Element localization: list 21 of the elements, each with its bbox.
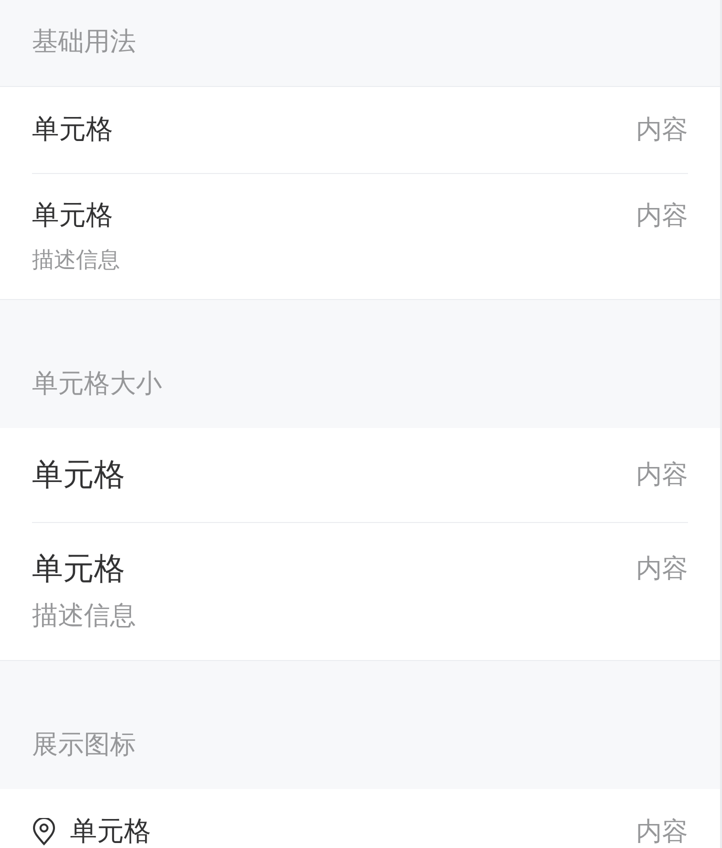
cell-value: 内容 xyxy=(636,200,688,233)
cell-title: 单元格 xyxy=(32,456,125,495)
section-title: 单元格大小 xyxy=(32,368,162,400)
cell-title: 单元格 xyxy=(32,550,125,589)
section-title: 基础用法 xyxy=(32,26,136,58)
cell-description: 描述信息 xyxy=(32,247,120,275)
cell-title: 单元格 xyxy=(32,113,113,147)
section-title: 展示图标 xyxy=(32,728,136,762)
cell[interactable]: 单元格 描述信息 内容 xyxy=(0,522,720,660)
cell-value: 内容 xyxy=(636,114,688,147)
cell[interactable]: 单元格 内容 xyxy=(0,87,720,173)
cell-title: 单元格 xyxy=(32,199,113,233)
cell-value: 内容 xyxy=(636,459,688,492)
cell[interactable]: 单元格 内容 xyxy=(0,428,720,522)
cell-title: 单元格 xyxy=(70,815,151,848)
cell-description: 描述信息 xyxy=(32,600,136,633)
location-pin-icon xyxy=(32,818,56,846)
cell-value: 内容 xyxy=(636,553,688,586)
cell[interactable]: 单元格 内容 xyxy=(0,789,720,848)
cell[interactable]: 单元格 描述信息 内容 xyxy=(0,173,720,299)
cell-value: 内容 xyxy=(636,816,688,848)
